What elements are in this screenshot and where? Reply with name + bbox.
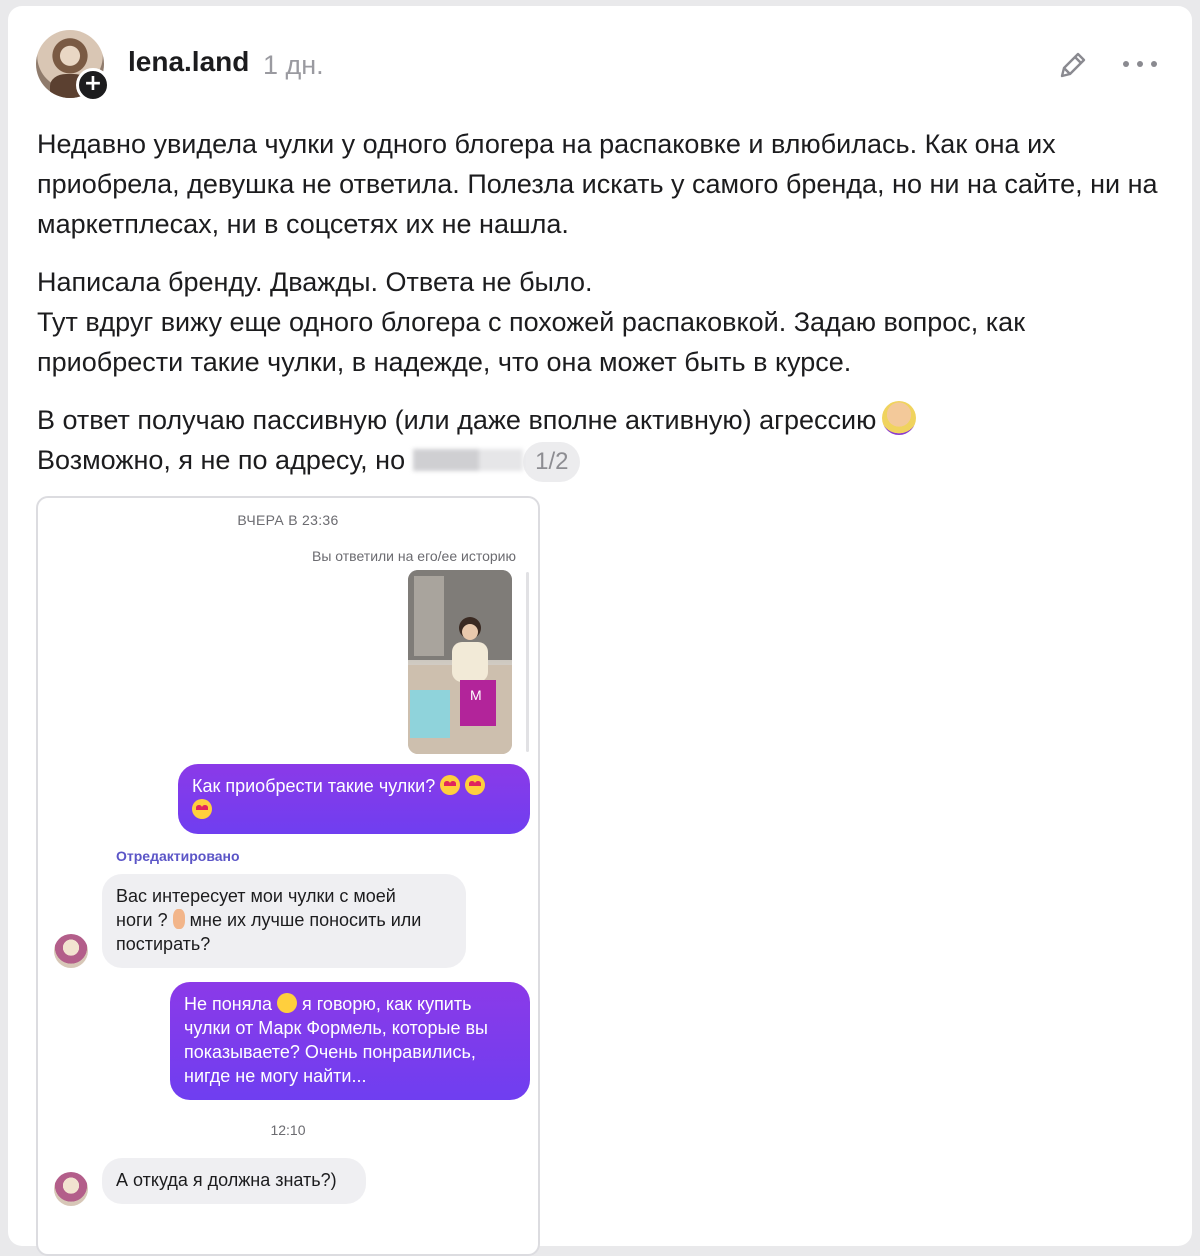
svg-text:M: M [470,687,482,703]
message-text: чулки от Марк Формель, которые вы [184,1018,488,1038]
post-time: 1 дн. [263,50,324,80]
more-icon[interactable] [1120,56,1160,72]
post-card: + lena.land 1 дн. Недавно увидела чулки … [8,6,1192,1256]
message-text: нигде не могу найти... [184,1066,367,1086]
facepalm-emoji [882,401,917,435]
story-thumbnail: M [408,570,512,754]
paragraph: Тут вдруг вижу еще одного блогера с похо… [37,307,1026,377]
sweat-smile-emoji [277,993,297,1013]
message-text: Вас интересует мои чулки с моей [116,886,396,906]
chat-time-label: 12:10 [270,1122,306,1138]
message-text: постирать? [116,934,211,954]
paragraph: Написала бренду. Дважды. Ответа не было. [37,267,593,297]
paragraph-text: Возможно, я не по адресу, но [37,445,406,475]
author-username[interactable]: lena.land [128,48,249,76]
edited-label: Отредактировано [116,848,240,864]
story-reply-note: Вы ответили на его/ее историю [312,548,516,564]
paragraph: Недавно увидела чулки у одного блогера н… [37,129,1158,239]
attached-screenshot[interactable]: ВЧЕРА В 23:36 Вы ответили на его/ее исто… [36,496,540,1256]
heart-eyes-emoji [465,775,486,795]
paragraph: Возможно, я не по адресу, но 1/2 [37,440,1167,482]
incoming-message[interactable]: Вас интересует мои чулки с моей ноги ? м… [102,874,466,968]
chat-date-label: ВЧЕРА В 23:36 [237,512,339,528]
edit-icon[interactable] [1054,48,1090,84]
message-text: ноги ? [116,910,168,930]
message-text: показываете? Очень понравились, [184,1042,476,1062]
outgoing-message[interactable]: Как приобрести такие чулки? [178,764,530,834]
message-text: мне их лучше поносить или [189,910,422,930]
heart-eyes-emoji [192,799,212,819]
plus-icon[interactable]: + [76,68,110,102]
message-text: Не поняла [184,994,272,1014]
message-text: Как приобрести такие чулки? [192,776,436,796]
outgoing-message[interactable]: Не поняла я говорю, как купить чулки от … [170,982,530,1100]
paragraph-text: В ответ получаю пассивную (или даже впол… [37,405,877,435]
message-text: я говорю, как купить [302,994,472,1014]
avatar [54,934,88,968]
post-text: Недавно увидела чулки у одного блогера н… [37,124,1167,482]
blurred-text [413,449,524,471]
author-avatar[interactable]: + [36,30,118,106]
story-scrollbar [526,572,529,752]
avatar [54,1172,88,1206]
incoming-message[interactable]: А откуда я должна знать?) [102,1158,366,1204]
ear-emoji [172,909,185,929]
image-pager[interactable]: 1/2 [523,441,581,482]
paragraph: В ответ получаю пассивную (или даже впол… [37,400,1167,440]
heart-eyes-emoji [440,775,461,795]
message-text: А откуда я должна знать?) [116,1170,337,1190]
